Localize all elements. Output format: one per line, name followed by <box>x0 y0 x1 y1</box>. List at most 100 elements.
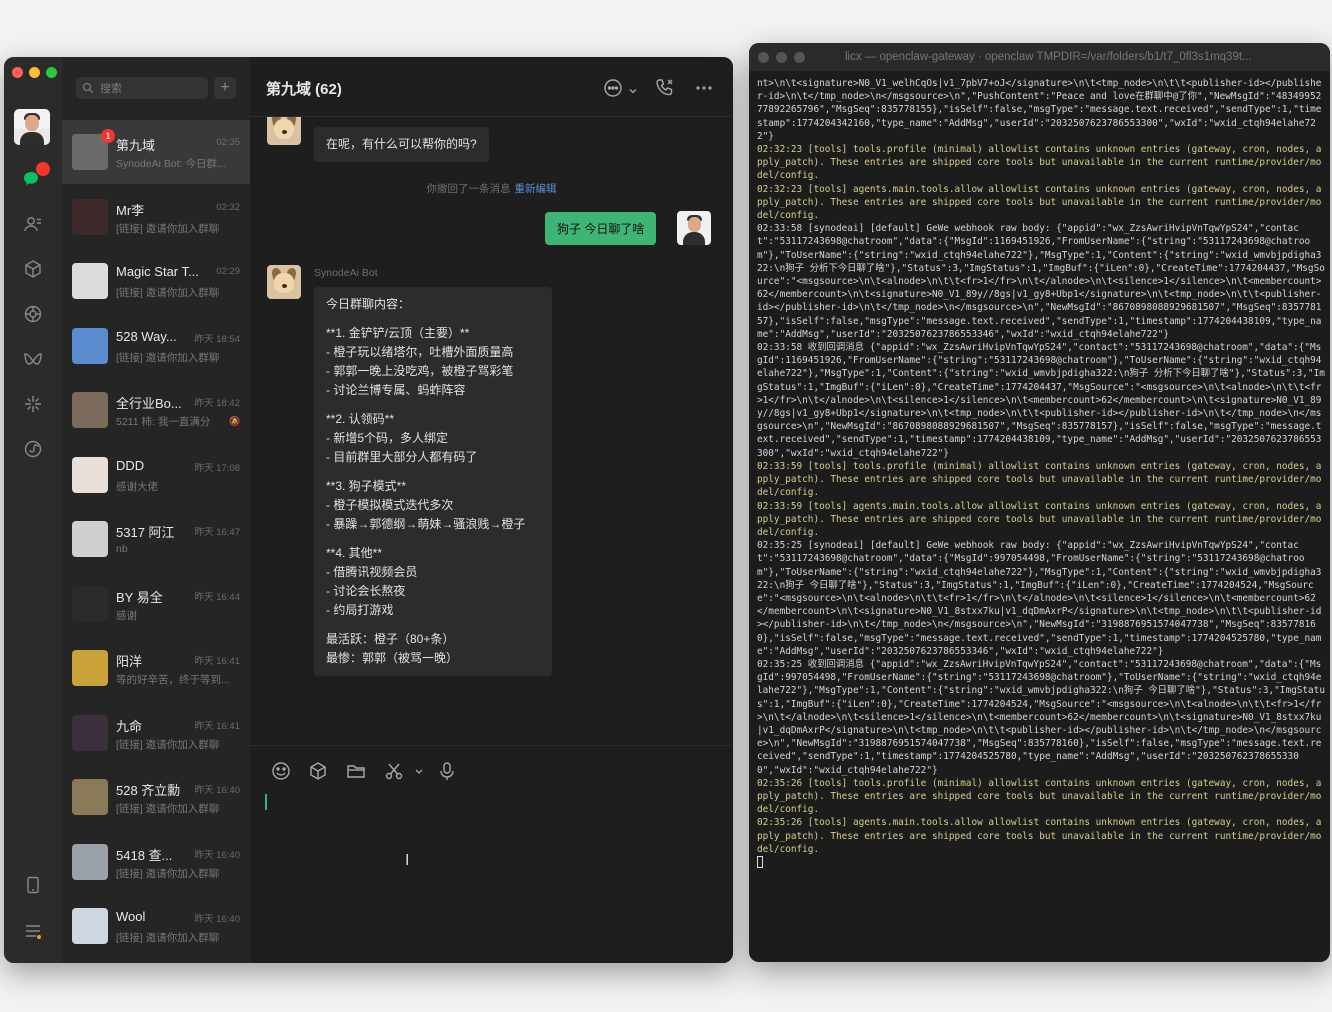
chat-time: 昨天 16:40 <box>194 785 240 796</box>
microphone-icon[interactable] <box>436 760 458 782</box>
chat-avatar <box>72 456 108 493</box>
summary-line: - 郭郭一晚上没吃鸡，被橙子骂彩笔 <box>326 364 514 378</box>
voice-call-icon[interactable] <box>654 77 676 99</box>
chat-list-item[interactable]: 九命 昨天 16:41 [链接] 邀请你加入群聊 <box>62 701 250 765</box>
chat-list-item[interactable]: Magic Star T... 02:29 [链接] 邀请你加入群聊 <box>62 249 250 313</box>
emoji-icon[interactable] <box>270 760 292 782</box>
wechat-window: 搜索 + 1 第九域 02:35 SynodeAi Bot: 今日群... Mr李 02:… <box>4 57 733 963</box>
terminal-window: licx — openclaw-gateway · openclaw TMPDI… <box>749 43 1330 962</box>
summary-spacer <box>326 534 540 544</box>
my-message-bubble[interactable]: 狗子 今日聊了啥 <box>545 212 657 245</box>
close-window-button[interactable] <box>12 67 23 78</box>
chat-avatar <box>72 908 108 944</box>
chat-time: 昨天 16:41 <box>194 656 240 667</box>
summary-line: 最活跃：橙子（80+条） <box>326 632 455 646</box>
terminal-minimize-button[interactable] <box>776 52 787 63</box>
terminal-log-line: 02:32:23 [tools] tools.profile (minimal)… <box>757 144 1322 182</box>
summary-line: - 借腾讯视频会员 <box>326 565 418 579</box>
terminal-log-line: 02:35:26 [tools] tools.profile (minimal)… <box>757 777 1322 816</box>
zoom-window-button[interactable] <box>46 67 57 78</box>
summary-spacer <box>326 620 540 630</box>
text-input-caret[interactable] <box>265 794 267 810</box>
chat-time: 02:35 <box>216 137 240 148</box>
chat-list-item[interactable]: BY 易全 昨天 16:44 感谢 <box>62 572 250 636</box>
chat-preview: SynodeAi Bot: 今日群... <box>116 158 226 170</box>
my-message-avatar[interactable] <box>677 211 711 245</box>
chat-list-item[interactable]: 阳洋 昨天 16:41 等的好辛苦，终于等到... <box>62 636 250 700</box>
terminal-log-line: 02:33:58 [synodeai] [default] GeWe webho… <box>757 223 1325 340</box>
chat-avatar <box>72 779 108 815</box>
chat-avatar <box>72 263 108 299</box>
menu-icon[interactable] <box>23 921 43 941</box>
terminal-log-line: 02:35:25 [synodeai] [default] GeWe webho… <box>757 540 1322 657</box>
chat-preview: 感谢大佬 <box>116 480 158 493</box>
phone-icon[interactable] <box>23 875 43 895</box>
chat-list-item[interactable]: 528 齐立勳 昨天 16:40 [链接] 邀请你加入群聊 <box>62 765 250 829</box>
chat-list-item[interactable]: 1 第九域 02:35 SynodeAi Bot: 今日群... <box>62 120 250 184</box>
folder-icon[interactable] <box>345 760 367 782</box>
more-options-icon[interactable] <box>693 77 715 99</box>
terminal-log-line: 02:33:59 [tools] agents.main.tools.allow… <box>757 500 1322 538</box>
summary-line: **2. 认领码** <box>326 412 395 426</box>
chat-avatar <box>72 585 108 622</box>
terminal-zoom-button[interactable] <box>794 52 805 63</box>
chat-time: 昨天 16:47 <box>194 527 240 538</box>
chat-list-item[interactable]: 5418 查... 昨天 16:40 [链接] 邀请你加入群聊 <box>62 830 250 894</box>
terminal-cursor <box>757 855 763 868</box>
contacts-icon[interactable] <box>23 214 43 234</box>
chat-avatar <box>72 843 108 880</box>
chat-list-item[interactable]: 全行业Bo... 昨天 18:42 5211 柿: 我一直满分 🔕 <box>62 378 250 442</box>
chat-list-item[interactable]: DDD 昨天 17:08 感谢大佬 <box>62 443 250 507</box>
minimize-window-button[interactable] <box>29 67 40 78</box>
terminal-log-line: 02:32:23 [tools] agents.main.tools.allow… <box>757 183 1322 222</box>
chat-time: 昨天 18:42 <box>194 398 240 409</box>
summary-spacer <box>326 467 540 477</box>
summary-line: 最惨：郭郭（被骂一晚） <box>326 651 459 665</box>
mini-programs-icon[interactable] <box>23 439 43 459</box>
chat-list-item[interactable]: Wool 昨天 16:40 [链接] 邀请你加入群聊 <box>62 894 250 958</box>
conversation-pane: 第九域 (62) 在呢，有什么可以帮你的吗? 你撤回了一条消息重新编辑 狗子 <box>250 57 733 963</box>
favorites-icon[interactable] <box>23 259 43 279</box>
search-placeholder: 搜索 <box>100 83 122 95</box>
bot-message-bubble[interactable]: 在呢，有什么可以帮你的吗? <box>314 127 489 162</box>
chat-list-item[interactable]: Mr李 02:32 [链接] 邀请你加入群聊 <box>62 185 250 249</box>
chat-list-item[interactable]: 5317 阿江 昨天 16:47 nb <box>62 507 250 571</box>
summary-line: - 目前群里大部分人都有码了 <box>326 450 478 464</box>
chat-bubble-icon[interactable] <box>602 77 624 99</box>
chat-avatar <box>72 198 108 235</box>
chevron-down-icon[interactable] <box>628 83 638 94</box>
re-edit-link[interactable]: 重新编辑 <box>515 183 557 195</box>
new-chat-button[interactable]: + <box>214 77 236 99</box>
search-input[interactable]: 搜索 <box>76 77 208 99</box>
my-avatar[interactable] <box>14 109 50 145</box>
summary-spacer <box>326 400 540 410</box>
chat-name: Magic Star T... <box>116 264 199 279</box>
sticker-package-icon[interactable] <box>307 760 329 782</box>
chat-preview: 等的好辛苦，终于等到... <box>116 674 230 686</box>
terminal-log-line: nt>\n\t<signature>N0_V1_welhCqOs|v1_7pbV… <box>757 78 1322 142</box>
recalled-text: 你撤回了一条消息 <box>426 183 511 195</box>
moments-icon[interactable] <box>23 304 43 324</box>
terminal-output[interactable]: nt>\n\t<signature>N0_V1_welhCqOs|v1_7pbV… <box>757 77 1325 957</box>
chat-list-item[interactable]: 528 Way... 昨天 18:54 [链接] 邀请你加入群聊 <box>62 314 250 378</box>
summary-line: - 新增5个码，多人绑定 <box>326 431 449 445</box>
summary-line: - 讨论会长熬夜 <box>326 584 406 598</box>
terminal-log-line: 02:33:58 收到回调消息 {"appid":"wx_ZzsAwriHvip… <box>757 342 1325 459</box>
scissors-icon[interactable] <box>383 760 405 782</box>
bot-avatar[interactable] <box>267 117 301 145</box>
search-discover-icon[interactable] <box>23 394 43 414</box>
chat-time: 昨天 16:44 <box>194 591 240 603</box>
summary-line: **1. 金铲铲/云顶（主要）** <box>326 326 470 340</box>
summary-message-bubble[interactable]: 今日群聊内容： **1. 金铲铲/云顶（主要）** - 橙子玩以绪塔尔，吐槽外面质量… <box>314 287 552 676</box>
channels-icon[interactable] <box>23 349 43 369</box>
screenshot-options-chevron-icon[interactable] <box>408 760 423 782</box>
bot-avatar-2[interactable] <box>267 265 301 299</box>
summary-line: - 橙子模拟模式迭代多次 <box>326 498 454 512</box>
chat-avatar <box>72 714 108 751</box>
message-composer: I <box>250 745 733 963</box>
terminal-close-button[interactable] <box>758 52 769 63</box>
mute-bell-icon: 🔕 <box>229 416 241 426</box>
chat-time: 02:32 <box>216 201 240 213</box>
chat-preview: [链接] 邀请你加入群聊 <box>116 738 220 751</box>
chat-list: 搜索 + 1 第九域 02:35 SynodeAi Bot: 今日群... Mr李 02:… <box>62 57 250 963</box>
